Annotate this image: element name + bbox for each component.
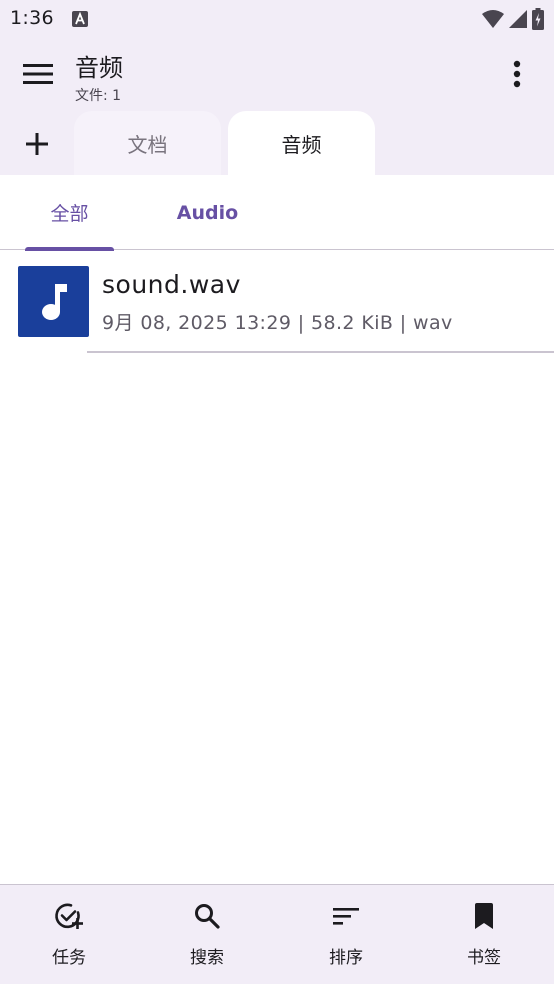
menu-button[interactable]	[16, 56, 60, 92]
more-vert-icon	[513, 60, 521, 88]
add-tab-button[interactable]	[14, 126, 60, 162]
nav-sort[interactable]: 排序	[277, 885, 415, 984]
file-meta: 9月 08, 2025 13:29 | 58.2 KiB | wav	[102, 312, 453, 334]
nav-bookmarks-label: 书签	[467, 948, 501, 968]
task-add-icon	[54, 901, 84, 931]
accessibility-a-icon	[72, 11, 88, 27]
nav-search-label: 搜索	[190, 948, 224, 968]
status-time: 1:36	[10, 7, 54, 29]
page-title: 音频	[75, 54, 123, 82]
plus-icon	[26, 133, 48, 155]
bottom-navigation: 任务 搜索 排序 书签	[0, 884, 554, 984]
bookmark-icon	[469, 901, 499, 931]
status-bar: 1:36	[0, 0, 554, 38]
search-icon	[192, 901, 222, 931]
wifi-icon	[482, 10, 504, 28]
file-name: sound.wav	[102, 270, 241, 299]
file-list-item[interactable]: sound.wav 9月 08, 2025 13:29 | 58.2 KiB |…	[0, 252, 554, 353]
hamburger-menu-icon	[23, 64, 53, 84]
tab-documents[interactable]: 文档	[74, 111, 221, 175]
file-count: 文件: 1	[75, 88, 122, 104]
nav-tasks[interactable]: 任务	[0, 885, 138, 984]
category-tab-all[interactable]: 全部	[25, 175, 114, 250]
nav-bookmarks[interactable]: 书签	[415, 885, 553, 984]
list-divider	[87, 351, 554, 353]
screen: 1:36 音频 文件: 1 文档 音频 全部 Audio sound.wav 9…	[0, 0, 554, 984]
nav-tasks-label: 任务	[52, 948, 86, 968]
active-tab-indicator	[25, 247, 114, 251]
file-thumbnail	[18, 266, 89, 337]
app-bar: 音频 文件: 1 文档 音频	[0, 38, 554, 175]
status-icons	[482, 8, 544, 30]
category-tabs: 全部 Audio	[0, 175, 554, 251]
music-note-icon	[41, 283, 67, 320]
nav-sort-label: 排序	[329, 948, 363, 968]
sort-icon	[331, 901, 361, 931]
overflow-menu-button[interactable]	[500, 56, 534, 92]
signal-icon	[509, 10, 527, 28]
category-tab-audio[interactable]: Audio	[150, 175, 265, 250]
battery-icon	[532, 8, 544, 30]
tab-audio[interactable]: 音频	[228, 111, 375, 175]
nav-search[interactable]: 搜索	[138, 885, 276, 984]
